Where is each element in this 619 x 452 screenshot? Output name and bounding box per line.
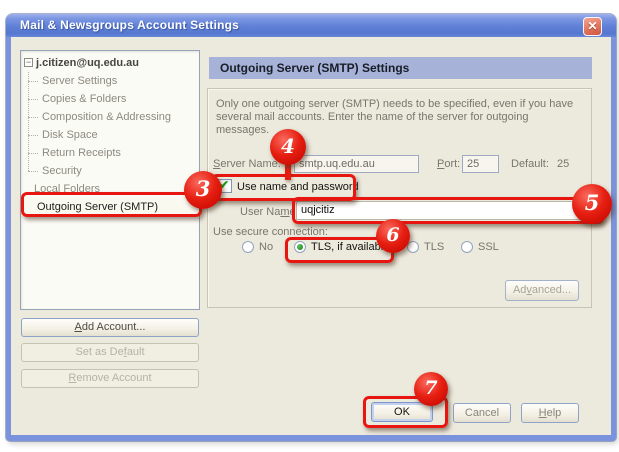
tree-item-account[interactable]: − j.citizen@uq.edu.au xyxy=(21,54,199,72)
button-label: emove Account xyxy=(76,372,151,384)
remove-account-button: Remove Account xyxy=(21,369,199,388)
annotation-step-5: 5 xyxy=(572,184,612,224)
default-port-label: Default: xyxy=(511,158,549,171)
tree-item-disk-space[interactable]: Disk Space xyxy=(21,126,199,144)
tree-item-composition-addressing[interactable]: Composition & Addressing xyxy=(21,108,199,126)
port-label: Port: xyxy=(437,158,460,171)
radio-ssl[interactable] xyxy=(461,241,473,253)
radio-no-label[interactable]: No xyxy=(259,241,273,254)
tree-item-label: Disk Space xyxy=(42,129,98,141)
annotation-step-3: 3 xyxy=(184,171,222,209)
account-settings-window: Mail & Newsgroups Account Settings ✕ − j… xyxy=(6,14,616,441)
label-text: erver Name: xyxy=(220,158,281,170)
label-text: ort: xyxy=(444,158,460,170)
tree-item-return-receipts[interactable]: Return Receipts xyxy=(21,144,199,162)
radio-ssl-label[interactable]: SSL xyxy=(478,241,499,254)
button-label: A xyxy=(75,321,82,333)
tree-item-label: Security xyxy=(42,165,82,177)
button-label: anced... xyxy=(532,284,571,296)
annotation-box-outgoing-server xyxy=(21,192,202,217)
window-title: Mail & Newsgroups Account Settings xyxy=(20,18,239,32)
label-text: m xyxy=(280,206,289,218)
smtp-description: Only one outgoing server (SMTP) needs to… xyxy=(216,98,588,137)
collapse-icon[interactable]: − xyxy=(24,58,33,67)
tree-item-label: Composition & Addressing xyxy=(42,111,171,123)
cancel-button[interactable]: Cancel xyxy=(453,403,511,423)
server-name-label: Server Name: xyxy=(213,158,281,171)
default-port-value: 25 xyxy=(557,158,569,171)
tree-item-server-settings[interactable]: Server Settings xyxy=(21,72,199,90)
radio-tls[interactable] xyxy=(407,241,419,253)
panel-header: Outgoing Server (SMTP) Settings xyxy=(209,57,592,79)
tree-item-label: Return Receipts xyxy=(42,147,121,159)
button-label: Set as De xyxy=(75,346,123,358)
advanced-button: Advanced... xyxy=(505,280,579,301)
button-label: Ad xyxy=(513,284,526,296)
help-button[interactable]: Help xyxy=(521,403,579,423)
annotation-box-user-name xyxy=(292,197,604,224)
annotation-step-4: 4 xyxy=(270,129,306,165)
radio-tls-label[interactable]: TLS xyxy=(424,241,444,254)
tree-item-security[interactable]: Security xyxy=(21,162,199,180)
set-as-default-button: Set as Default xyxy=(21,343,199,362)
button-label: ault xyxy=(127,346,145,358)
annotation-step-6: 6 xyxy=(376,219,410,253)
radio-no[interactable] xyxy=(242,241,254,253)
account-label: j.citizen@uq.edu.au xyxy=(36,57,139,69)
add-account-button[interactable]: Add Account... xyxy=(21,318,199,337)
title-bar: Mail & Newsgroups Account Settings ✕ xyxy=(6,14,616,37)
tree-item-copies-folders[interactable]: Copies & Folders xyxy=(21,90,199,108)
account-tree: − j.citizen@uq.edu.au Server Settings Co… xyxy=(20,50,200,310)
user-name-label: User Name: xyxy=(240,206,299,219)
label-text: User Na xyxy=(240,206,280,218)
port-input[interactable]: 25 xyxy=(462,155,499,173)
button-label: H xyxy=(539,407,547,419)
button-label: elp xyxy=(547,407,562,419)
annotation-step-7: 7 xyxy=(414,372,448,406)
server-name-input[interactable]: smtp.uq.edu.au xyxy=(294,155,419,173)
tree-item-label: Copies & Folders xyxy=(42,93,126,105)
tree-item-label: Server Settings xyxy=(42,75,117,87)
button-label: dd Account... xyxy=(82,321,146,333)
close-icon[interactable]: ✕ xyxy=(583,17,602,36)
